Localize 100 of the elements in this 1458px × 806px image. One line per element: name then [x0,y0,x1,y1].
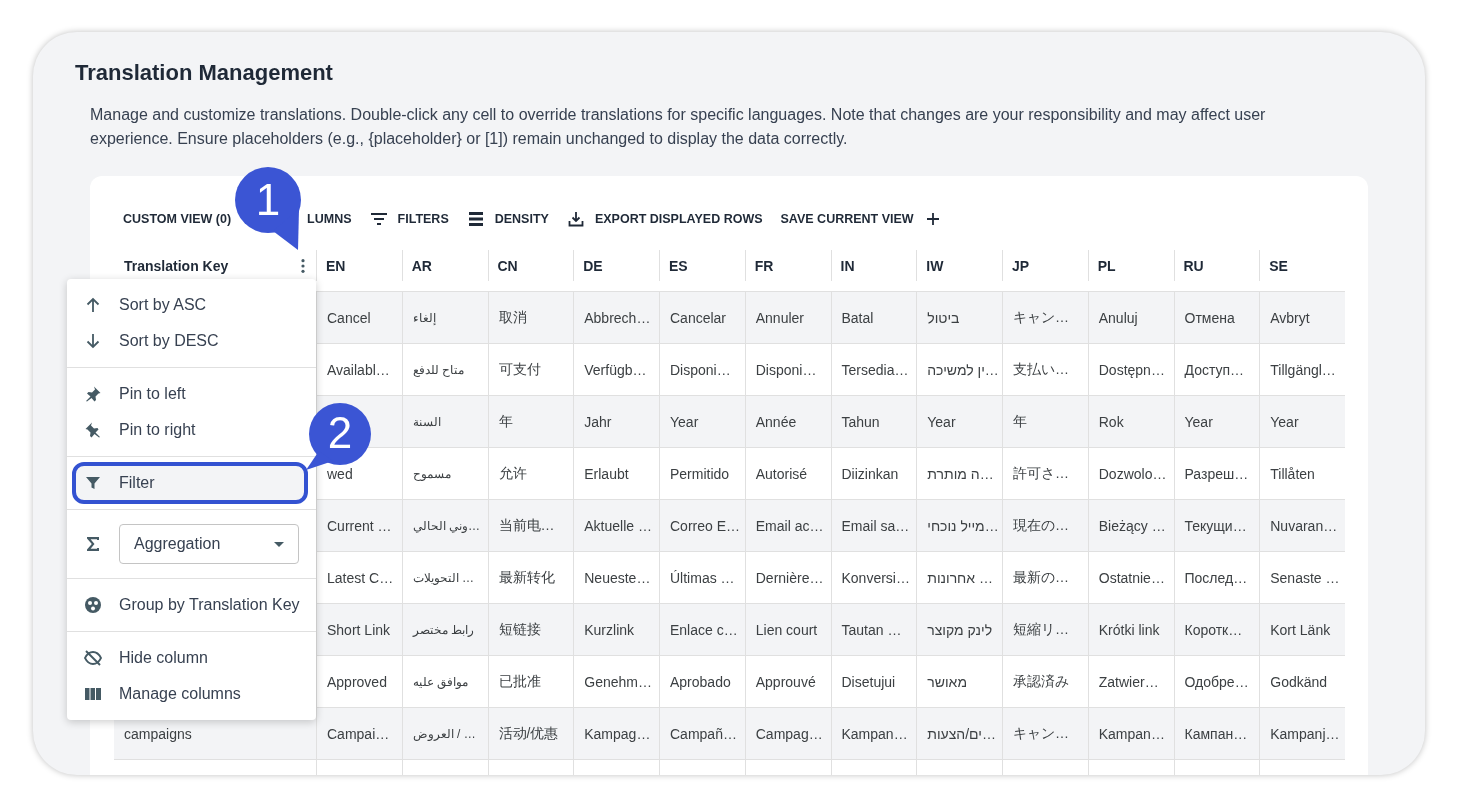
table-cell: Коротк… [1173,604,1260,656]
menu-item[interactable]: Filter [72,462,308,504]
table-cell: 最新转化 [487,552,574,604]
table-cell: Kurzlink [573,604,659,656]
table-cell: Latest C… [316,552,402,604]
table-cell: Bieżący … [1087,500,1174,552]
aggregation-dropdown[interactable]: Aggregation [119,524,299,564]
toolbar-button[interactable]: CUSTOM VIEW (0) [123,212,232,226]
table-cell: Kort Länk [1259,604,1345,656]
table-cell: Ostatnie… [1087,552,1174,604]
table-cell: Enlace c… [659,604,745,656]
table-cell: Approved [316,656,402,708]
table-cell: Kampanj… [1259,708,1345,760]
table-cell: Aprobado [659,656,745,708]
table-cell: Nuvaran… [1259,500,1345,552]
table-cell: 許可さ… [1002,448,1088,500]
table-cell: Cancel [316,292,402,344]
table-cell: Jahr [573,396,659,448]
table-cell: 支払い… [1002,344,1088,396]
caret-icon [274,541,284,547]
toolbar-button[interactable]: SAVE CURRENT VIEW [780,210,942,228]
table-cell: … التحويلات [401,552,488,604]
table-cell: … / العروض [401,708,488,760]
table-cell: Disponi… [744,344,831,396]
table-cell: 年 [1002,396,1088,448]
table-cell: Genehm… [573,656,659,708]
table-cell: … אחרונות [916,552,1002,604]
filter-lines-icon [369,210,388,228]
table-cell: Anuluj [1087,292,1174,344]
eye-slash-icon [84,649,102,667]
table-cell: לינק מקוצר [916,604,1002,656]
table-cell: Email sa… [830,500,917,552]
table-cell: إلغاء [401,292,488,344]
menu-item[interactable]: Hide column [67,640,316,676]
filter-icon [84,474,102,492]
toolbar-button[interactable]: EXPORT DISPLAYED ROWS [566,210,763,228]
table-cell: Godkänd [1259,656,1345,708]
export-icon [566,210,585,228]
table-cell: Доступ… [1173,344,1260,396]
table-cell: Послед… [1173,552,1260,604]
table-cell: Tahun [830,396,917,448]
table-cell: Konversi… [830,552,917,604]
table-cell: رابط مختصر [401,604,488,656]
table-cell: Kampag… [573,708,659,760]
table-cell: 已批准 [487,656,574,708]
table-cell: Campai… [316,708,402,760]
table-cell: Year [1259,396,1345,448]
table-cell: Erlaubt [573,448,659,500]
table-cell: Verfügb… [573,344,659,396]
table-cell: Abbrech… [573,292,659,344]
arrow-up-icon [84,296,102,314]
table-cell: متاح للدفع [401,344,488,396]
table-cell: Dernière… [744,552,831,604]
table-cell: 当前电… [487,500,574,552]
table-cell: מאושר [916,656,1002,708]
table-cell: مسموح [401,448,488,500]
table-cell: キャン… [1002,292,1088,344]
table-cell: Одобре… [1173,656,1260,708]
table-cell: キャン… [1002,708,1088,760]
table-cell: Lien court [744,604,831,656]
table-cell: Email ac… [744,500,831,552]
table-cell: Batal [830,292,917,344]
table-cell: …ין למשיכה [916,344,1002,396]
table-cell: 最新の… [1002,552,1088,604]
table-cell: Kampan… [830,708,917,760]
table-cell: Rok [1087,396,1174,448]
table-cell: 允许 [487,448,574,500]
table-cell: 短縮リ… [1002,604,1088,656]
table-cell: Approuvé [744,656,831,708]
page-title: Translation Management [75,59,334,87]
sigma-icon [84,535,102,553]
toolbar-button[interactable]: FILTERS [369,210,449,228]
kebab-menu-icon[interactable] [300,257,306,274]
table-cell: Annuler [744,292,831,344]
table-cell: Availabl… [316,344,402,396]
table-cell: Zatwier… [1087,656,1174,708]
table-cell: …ים/הצעות [916,708,1002,760]
table-cell: Current … [316,500,402,552]
arrow-down-icon [84,332,102,350]
table-cell: …ה מותרת [916,448,1002,500]
table-cell: Neueste… [573,552,659,604]
toolbar-button[interactable]: DENSITY [466,210,549,228]
table-cell: Tillåten [1259,448,1345,500]
table-cell: السنة [401,396,488,448]
toolbar-button[interactable]: LUMNS [307,212,352,226]
table-cell: Últimas … [659,552,745,604]
menu-item[interactable]: Sort by DESC [67,323,316,359]
table-cell: Année [744,396,831,448]
table-cell: Текущи… [1173,500,1260,552]
table-cell: Disponi… [659,344,745,396]
menu-item[interactable]: Pin to left [67,376,316,412]
table-cell: Dostępn… [1087,344,1174,396]
table-cell: Tillgängl… [1259,344,1345,396]
menu-item[interactable]: Pin to right [67,412,316,448]
table-cell: Tautan … [830,604,917,656]
menu-item[interactable]: Group by Translation Key [67,587,316,623]
table-cell: Short Link [316,604,402,656]
table-cell: 可支付 [487,344,574,396]
table-cell: Correo E… [659,500,745,552]
table-cell: Разреш… [1173,448,1260,500]
